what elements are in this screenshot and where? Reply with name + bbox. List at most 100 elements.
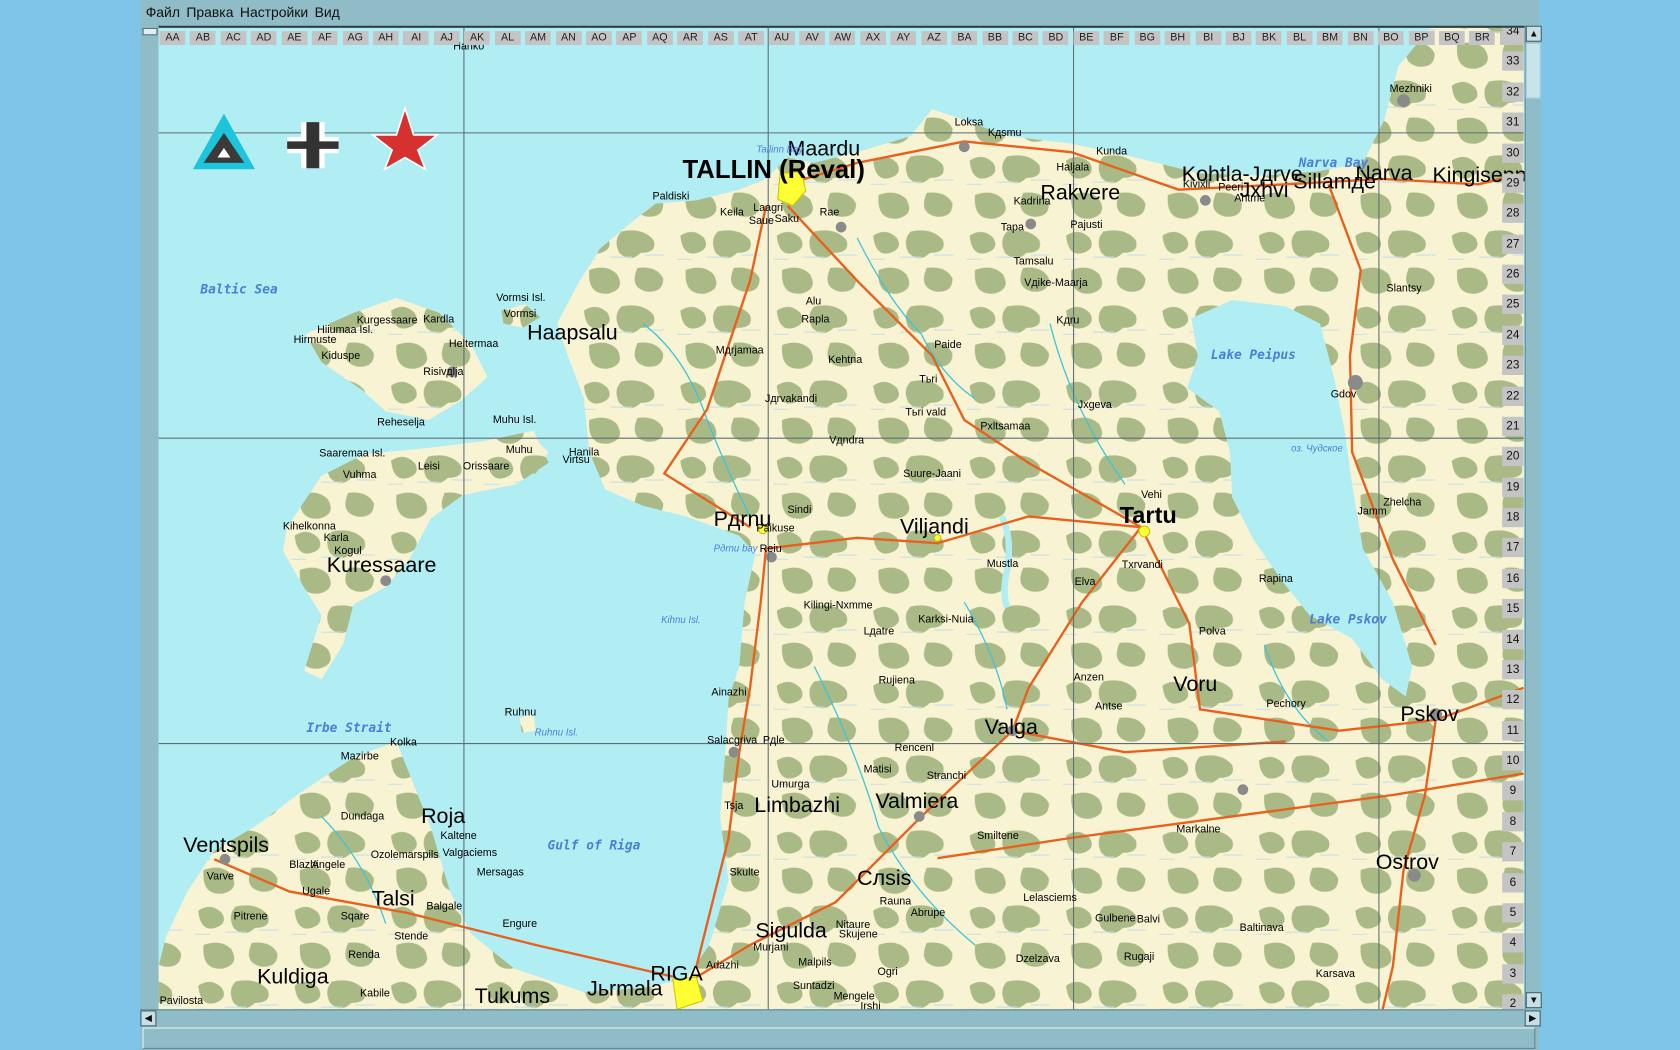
horizontal-scrollbar[interactable]: ◀ ▶ <box>140 1009 1541 1027</box>
app-window: Файл Правка Настройки Вид TALLIN (Reval)… <box>140 0 1542 1050</box>
column-label: AD <box>251 31 277 46</box>
place-label-roja: Roja <box>421 804 466 829</box>
place-label-jamm: Jamm <box>1357 505 1387 518</box>
column-label: BP <box>1408 31 1435 46</box>
row-label: 32 <box>1502 82 1524 102</box>
row-label: 4 <box>1502 933 1524 953</box>
column-label: AF <box>311 31 338 46</box>
place-label-lelasciems: Lelasciems <box>1023 892 1077 905</box>
place-label-rapla: Rapla <box>801 313 830 326</box>
row-label: 12 <box>1502 690 1524 710</box>
column-label: AS <box>707 31 734 46</box>
place-label-kabile: Kabile <box>360 987 390 1000</box>
place-label-haapsalu: Haapsalu <box>527 321 618 346</box>
scroll-up-button[interactable]: ▲ <box>1525 25 1542 42</box>
place-label-kolka: Kolka <box>390 737 417 749</box>
column-label: AC <box>220 31 247 46</box>
place-label-matisi: Matisi <box>863 763 892 776</box>
column-label: BQ <box>1438 31 1465 46</box>
place-label-kihelkonna: Kihelkonna <box>282 520 336 533</box>
row-label: 18 <box>1502 507 1524 528</box>
menu-view[interactable]: Вид <box>314 4 341 20</box>
place-label-pavilosta: Pavilosta <box>159 995 204 1008</box>
row-label: 7 <box>1502 842 1524 862</box>
menu-bar: Файл Правка Настройки Вид <box>140 0 1544 24</box>
place-label-pajusti: Pajusti <box>1070 219 1103 232</box>
row-label: 21 <box>1502 416 1524 436</box>
scroll-down-button[interactable]: ▼ <box>1525 992 1542 1009</box>
column-label: BH <box>1164 31 1191 46</box>
row-label: 15 <box>1502 599 1524 619</box>
menu-edit[interactable]: Правка <box>185 4 234 20</box>
column-label: AT <box>738 31 765 46</box>
column-label: BO <box>1378 31 1404 46</box>
place-label-stende: Stende <box>394 931 429 943</box>
column-label: BG <box>1134 31 1161 46</box>
column-label: AY <box>890 31 917 46</box>
place-label-j-rvakandi: Jдrvakandi <box>765 393 818 406</box>
water-label-small: оз. Чудское <box>1291 443 1343 454</box>
place-label-tallin-reval: TALLIN (Reval) <box>682 155 865 185</box>
place-label-gulbene: Gulbene <box>1095 912 1136 925</box>
place-label-limbazhi: Limbazhi <box>754 793 841 818</box>
column-label: AJ <box>433 31 460 46</box>
place-label-ugale: Ugale <box>302 886 331 898</box>
vertical-scroll-thumb[interactable] <box>1525 42 1541 99</box>
place-label-elva: Elva <box>1074 576 1096 589</box>
place-label-stranchi: Stranchi <box>926 770 967 783</box>
place-label-kehtna: Kehtna <box>828 354 863 367</box>
column-label: AK <box>464 31 490 46</box>
menu-settings[interactable]: Настройки <box>239 4 309 20</box>
vertical-scrollbar[interactable]: ▲ ▼ <box>1524 25 1542 1010</box>
column-label: BJ <box>1225 31 1252 46</box>
place-label-vehi: Vehi <box>1141 489 1162 502</box>
place-label-skujene: Skujene <box>838 928 878 941</box>
place-label-rujiena: Rujiena <box>878 675 915 687</box>
place-label-zhelcha: Zhelcha <box>1383 497 1422 509</box>
water-label: Lake Pskov <box>1309 611 1387 627</box>
place-label-kaltene: Kaltene <box>440 830 477 843</box>
place-label-karsava: Karsava <box>1315 968 1356 981</box>
column-label: AU <box>768 31 795 46</box>
place-label-p-le: Pдle <box>762 735 785 747</box>
column-label: AI <box>403 31 430 46</box>
water-label: Gulf of Riga <box>547 837 641 853</box>
place-label-valga: Valga <box>984 715 1038 740</box>
place-label-balgale: Balgale <box>426 901 463 913</box>
water-label-small: Kihnu Isl. <box>661 614 701 626</box>
place-label-tamsalu: Tamsalu <box>1013 256 1054 268</box>
place-label-gdov: Gdov <box>1330 388 1357 401</box>
place-label-orissaare: Orissaare <box>462 460 510 473</box>
place-label-vormsi: Vormsi <box>503 308 537 321</box>
column-label: BR <box>1469 31 1496 46</box>
row-label: 8 <box>1502 811 1524 832</box>
place-label-mazirbe: Mazirbe <box>340 751 379 763</box>
place-label-rae: Rae <box>819 206 840 219</box>
scroll-left-button[interactable]: ◀ <box>140 1010 157 1027</box>
column-label: BK <box>1256 31 1282 46</box>
place-label-j-geva: Jхgeva <box>1077 399 1112 412</box>
place-label-kuressaare: Kuressaare <box>326 553 437 578</box>
place-label-smiltene: Smiltene <box>977 830 1019 843</box>
panel-toggle-button[interactable] <box>142 27 158 36</box>
row-label: 22 <box>1502 386 1524 406</box>
place-label-pskov: Pskov <box>1400 702 1459 727</box>
row-label: 33 <box>1502 51 1524 72</box>
place-label-v-ndra: Vдndra <box>829 435 865 447</box>
map-view[interactable]: TALLIN (Reval) Maardu Kohtla-Jдrve Jхhvi Sil… <box>158 25 1525 1012</box>
column-label: AN <box>555 31 582 46</box>
place-label-kivi-li: Kiviхli <box>1182 178 1211 191</box>
row-label: 19 <box>1502 477 1524 497</box>
row-label: 10 <box>1502 751 1524 771</box>
place-label-haljala: Haljala <box>1056 161 1090 174</box>
place-label-c-sis: Cлsis <box>857 866 912 891</box>
place-label-mustla: Mustla <box>986 558 1019 571</box>
column-label: AL <box>494 31 521 46</box>
menu-file[interactable]: Файл <box>145 4 181 20</box>
place-label-kardla: Kardla <box>423 313 455 326</box>
place-label-tartu: Tartu <box>1119 501 1177 529</box>
row-label: 28 <box>1502 203 1524 224</box>
place-label-antse: Antse <box>1095 700 1123 713</box>
column-label: BB <box>982 31 1008 46</box>
scroll-right-button[interactable]: ▶ <box>1524 1010 1541 1027</box>
